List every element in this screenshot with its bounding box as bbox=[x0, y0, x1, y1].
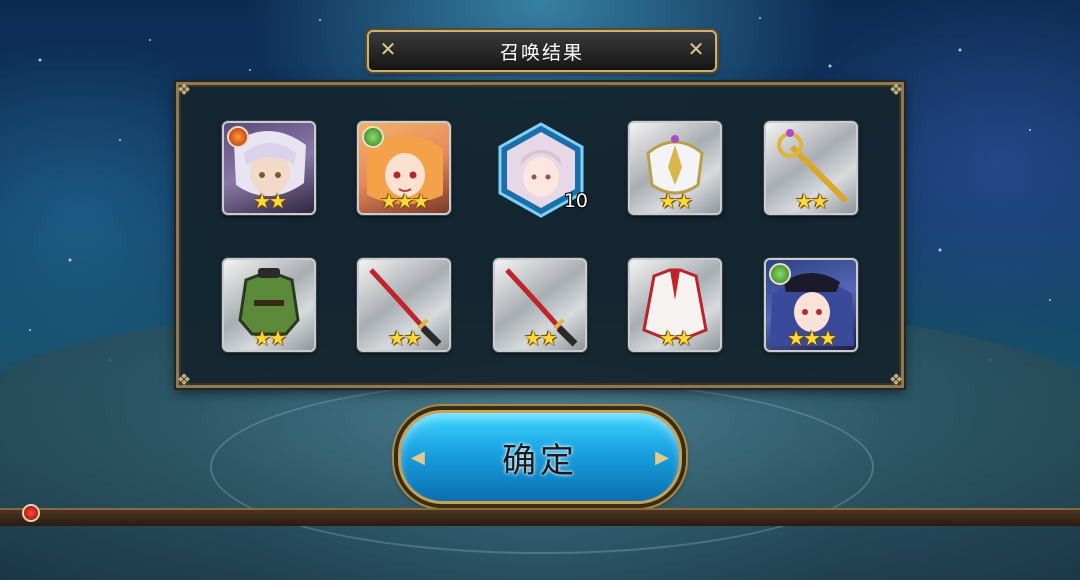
wind-element-icon bbox=[362, 126, 384, 148]
result-slot-9[interactable]: ★★ bbox=[628, 258, 722, 352]
corner-ornament-icon: ❖ bbox=[176, 80, 192, 99]
result-slot-3[interactable]: 10 bbox=[496, 122, 588, 218]
rarity-stars: ★★★ bbox=[380, 189, 430, 213]
result-slot-8[interactable]: ★★ bbox=[493, 258, 587, 352]
rarity-stars: ★★ bbox=[659, 189, 693, 213]
rarity-stars: ★★ bbox=[659, 326, 693, 350]
fire-element-icon bbox=[227, 126, 249, 148]
confirm-button-label: 确定 bbox=[502, 440, 578, 481]
rarity-stars: ★★ bbox=[253, 189, 287, 213]
result-slot-7[interactable]: ★★ bbox=[357, 258, 451, 352]
rarity-stars: ★★ bbox=[795, 189, 829, 213]
result-slot-6[interactable]: ★★ bbox=[222, 258, 316, 352]
result-slot-1[interactable]: ★★ bbox=[222, 121, 316, 215]
bottom-status-bar bbox=[0, 508, 1080, 526]
title-plate: ✕ 召唤结果 ✕ bbox=[367, 30, 717, 72]
result-slot-2[interactable]: ★★★ bbox=[357, 121, 451, 215]
dialog-title: 召唤结果 bbox=[499, 41, 584, 64]
arrow-left-icon: ◀ bbox=[411, 447, 425, 468]
confirm-button[interactable]: ◀ 确定 ▶ bbox=[398, 410, 682, 504]
rarity-stars: ★★ bbox=[388, 326, 422, 350]
result-slot-4[interactable]: ★★ bbox=[628, 121, 722, 215]
corner-ornament-icon: ❖ bbox=[176, 370, 192, 389]
rarity-stars: ★★★ bbox=[787, 326, 837, 350]
rarity-stars: ★★ bbox=[253, 326, 287, 350]
rarity-stars: ★★ bbox=[524, 326, 558, 350]
title-deco-left-icon: ✕ bbox=[379, 37, 397, 61]
result-slot-10[interactable]: ★★★ bbox=[764, 258, 858, 352]
result-slot-5[interactable]: ★★ bbox=[764, 121, 858, 215]
corner-ornament-icon: ❖ bbox=[888, 370, 904, 389]
shard-count: 10 bbox=[563, 190, 588, 212]
arrow-right-icon: ▶ bbox=[655, 447, 669, 468]
wind-element-icon bbox=[769, 263, 791, 285]
title-deco-right-icon: ✕ bbox=[687, 37, 705, 61]
corner-ornament-icon: ❖ bbox=[888, 80, 904, 99]
notification-dot-icon[interactable] bbox=[22, 504, 40, 522]
